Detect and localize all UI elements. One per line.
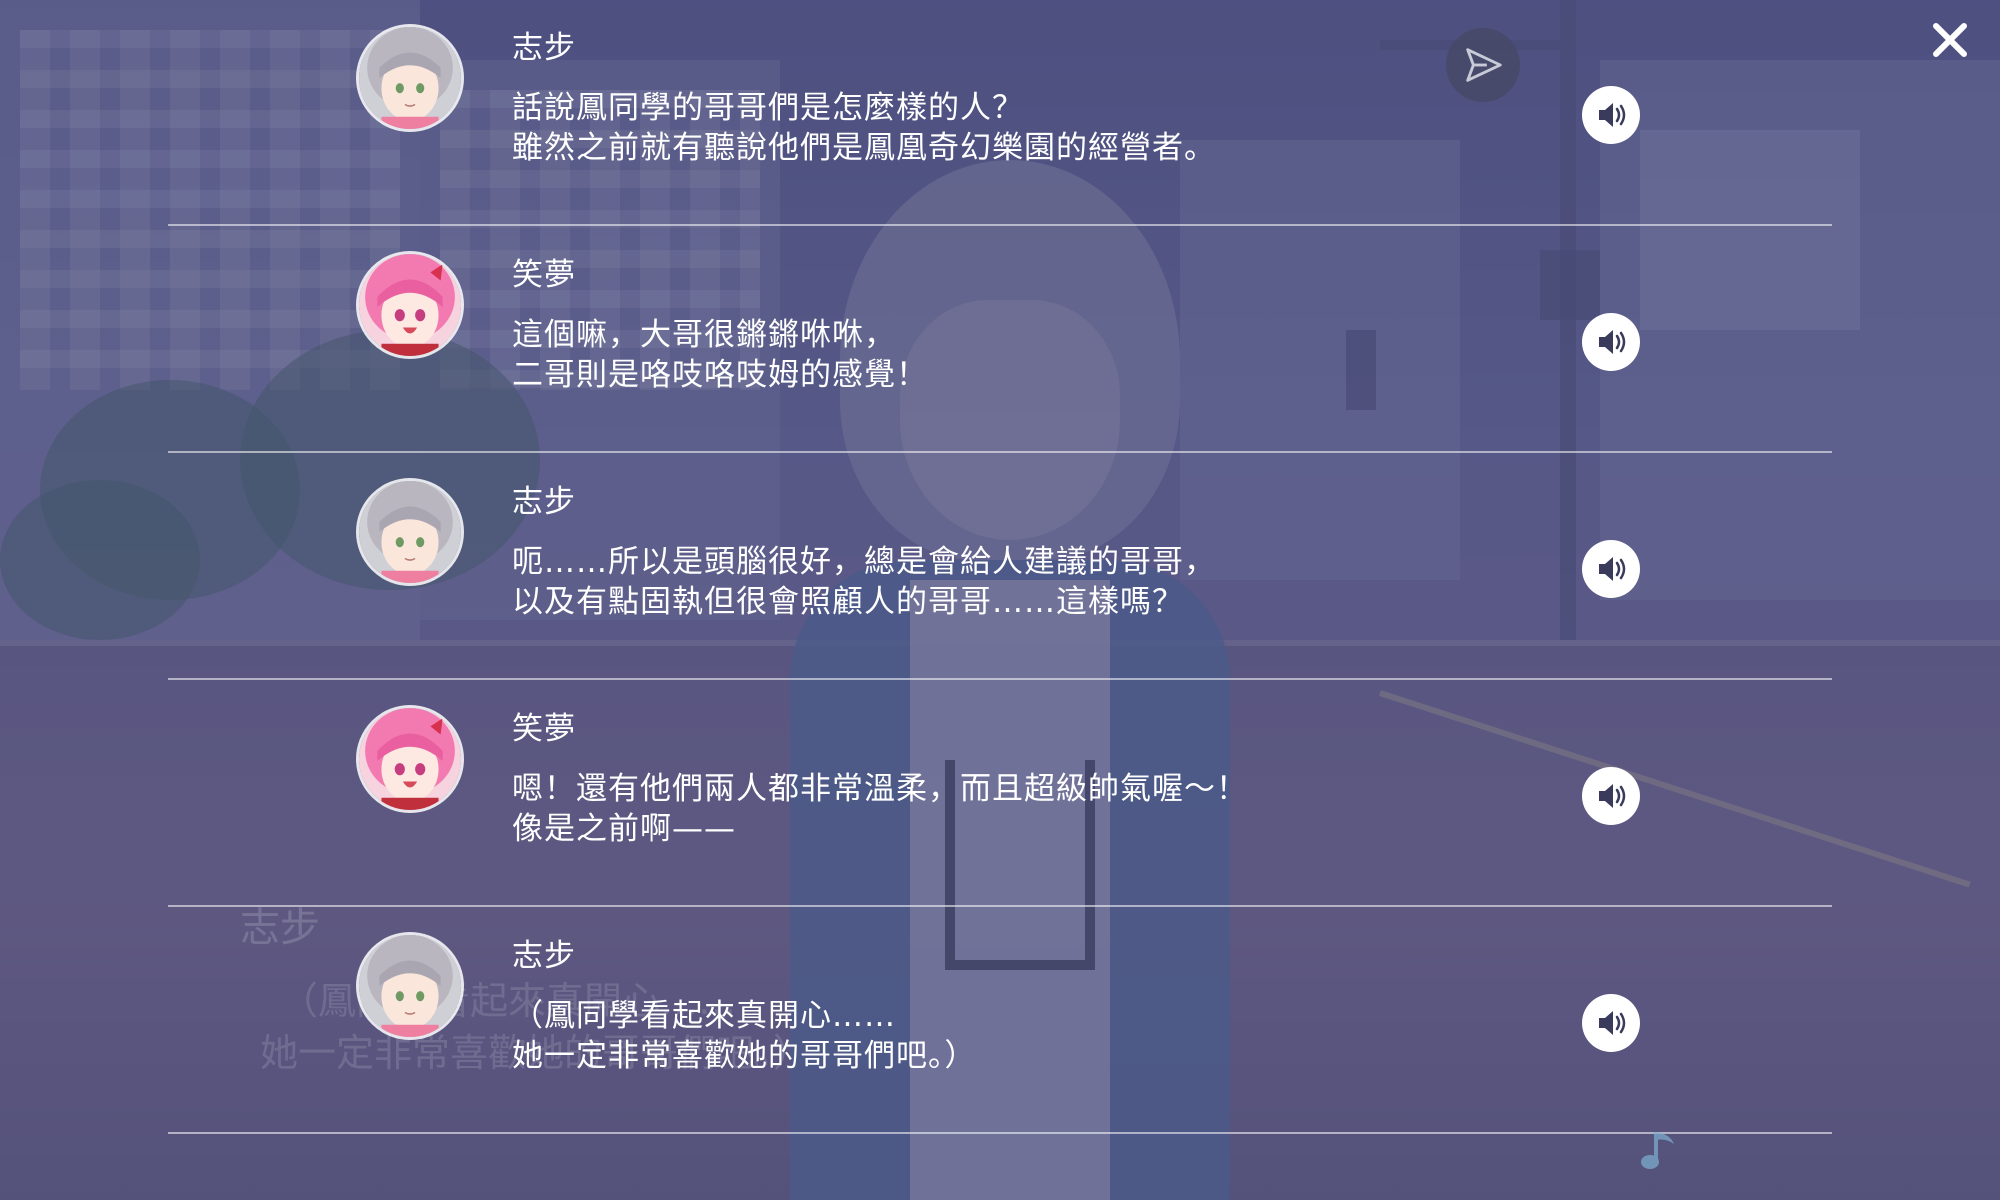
- close-button[interactable]: [1928, 18, 1972, 62]
- entry-divider: [168, 451, 1832, 453]
- voice-replay-button[interactable]: [1582, 767, 1640, 825]
- music-note-icon: [1641, 1132, 1674, 1169]
- avatar-shiho: [356, 478, 464, 586]
- speaker-name: 笑夢: [512, 257, 576, 293]
- close-icon: [1933, 23, 1967, 57]
- speaker-icon: [1599, 330, 1626, 354]
- dialogue-line: 像是之前啊——: [512, 811, 736, 847]
- speaker-name: 志步: [512, 484, 576, 520]
- backlog-entry: 笑夢 嗯！還有他們兩人都非常溫柔，而且超級帥氣喔～！ 像是之前啊——: [168, 681, 1832, 907]
- dialogue-line: 話說鳳同學的哥哥們是怎麼樣的人？: [512, 90, 1024, 126]
- avatar-shiho: [356, 24, 464, 132]
- backlog-entry: 志步 （鳳同學看起來真開心…… 她一定非常喜歡她的哥哥們吧。）: [168, 908, 1832, 1134]
- backlog-entry: 笑夢 這個嘛，大哥很鏘鏘咻咻， 二哥則是咯吱咯吱姆的感覺！: [168, 227, 1832, 453]
- speaker-icon: [1599, 1011, 1626, 1035]
- speaker-name: 志步: [512, 938, 576, 974]
- dialogue-line: 她一定非常喜歡她的哥哥們吧。）: [512, 1038, 977, 1074]
- avatar-shiho: [356, 932, 464, 1040]
- dialogue-line: 呃……所以是頭腦很好，總是會給人建議的哥哥，: [512, 544, 1216, 580]
- speaker-icon: [1599, 557, 1626, 581]
- entry-divider: [168, 224, 1832, 226]
- backlog-entry: 志步 呃……所以是頭腦很好，總是會給人建議的哥哥， 以及有點固執但很會照顧人的哥…: [168, 454, 1832, 680]
- voice-replay-button[interactable]: [1582, 86, 1640, 144]
- speaker-name: 志步: [512, 30, 576, 66]
- dialogue-line: 雖然之前就有聽說他們是鳳凰奇幻樂園的經營者。: [512, 130, 1216, 166]
- backlog-list[interactable]: 志步 話說鳳同學的哥哥們是怎麼樣的人？ 雖然之前就有聽說他們是鳳凰奇幻樂園的經營…: [168, 0, 1832, 1200]
- voice-replay-button[interactable]: [1582, 540, 1640, 598]
- speaker-name: 笑夢: [512, 711, 576, 747]
- dialogue-line: 嗯！還有他們兩人都非常溫柔，而且超級帥氣喔～！: [512, 771, 1248, 807]
- entry-divider: [168, 1132, 1832, 1134]
- story-screen: 志步 （鳳同學看起來真開心…… 她一定非常喜歡她的哥哥們吧。） 志步 話說鳳同學…: [0, 0, 2000, 1200]
- dialogue-line: 以及有點固執但很會照顧人的哥哥……這樣嗎？: [512, 584, 1184, 620]
- voice-replay-button[interactable]: [1582, 313, 1640, 371]
- backlog-entry: 志步 話說鳳同學的哥哥們是怎麼樣的人？ 雖然之前就有聽說他們是鳳凰奇幻樂園的經營…: [168, 0, 1832, 226]
- speaker-icon: [1599, 103, 1626, 127]
- entry-divider: [168, 905, 1832, 907]
- voice-replay-button[interactable]: [1582, 994, 1640, 1052]
- dialogue-line: （鳳同學看起來真開心……: [512, 998, 896, 1034]
- speaker-icon: [1599, 784, 1626, 808]
- avatar-emu: [356, 705, 464, 813]
- dialogue-line: 二哥則是咯吱咯吱姆的感覺！: [512, 357, 928, 393]
- dialogue-line: 這個嘛，大哥很鏘鏘咻咻，: [512, 317, 896, 353]
- entry-divider: [168, 678, 1832, 680]
- avatar-emu: [356, 251, 464, 359]
